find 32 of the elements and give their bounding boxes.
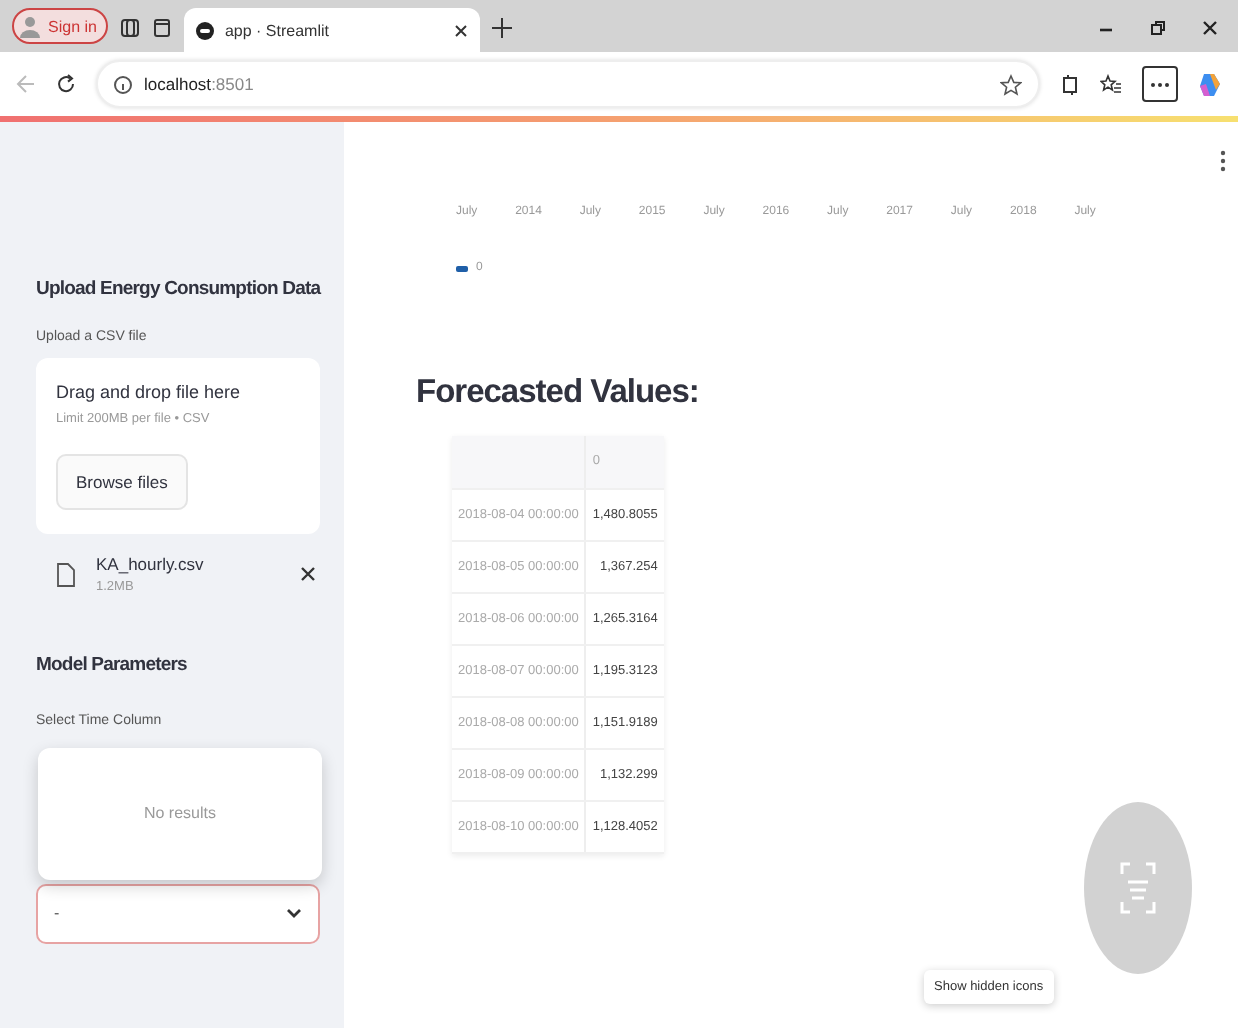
section-heading: Upload Energy Consumption Data	[36, 278, 320, 303]
tab-title: app · Streamlit	[224, 21, 331, 39]
workspaces-icon[interactable]	[120, 18, 141, 38]
close-icon[interactable]	[1202, 20, 1218, 36]
browser-tab[interactable]: app · Streamlit	[184, 8, 481, 52]
address-field[interactable]: localhost:8501	[96, 60, 1040, 108]
close-icon[interactable]	[300, 566, 316, 583]
new-tab-icon[interactable]	[492, 18, 513, 38]
dropdown-menu: No results	[38, 747, 322, 880]
drop-instruction: Drag and drop file here	[56, 382, 241, 403]
sign-in-button[interactable]: Sign in	[12, 8, 109, 44]
star-icon[interactable]	[1000, 73, 1022, 95]
scan-text-icon	[1120, 860, 1156, 916]
ellipsis-icon	[1150, 81, 1170, 87]
info-icon	[114, 75, 132, 93]
file-name: KA_hourly.csv	[96, 554, 204, 575]
favorites-icon[interactable]	[1100, 73, 1122, 95]
tab-actions-icon[interactable]	[152, 18, 173, 38]
chevron-down-icon	[286, 907, 302, 920]
person-icon	[18, 14, 42, 38]
browse-files-button[interactable]: Browse files	[56, 454, 188, 511]
file-icon	[56, 561, 76, 588]
copilot-icon[interactable]	[1198, 71, 1222, 97]
app-logo-icon	[196, 21, 215, 39]
close-icon[interactable]	[454, 23, 469, 37]
section-heading: Model Parameters	[36, 654, 189, 680]
section-heading: Forecasted Values:	[416, 374, 701, 412]
reload-icon[interactable]	[56, 74, 76, 94]
select-field[interactable]: -	[36, 883, 320, 944]
more-vert-icon[interactable]	[1220, 150, 1226, 172]
more-button[interactable]	[1142, 66, 1178, 102]
restore-icon[interactable]	[1150, 20, 1166, 36]
